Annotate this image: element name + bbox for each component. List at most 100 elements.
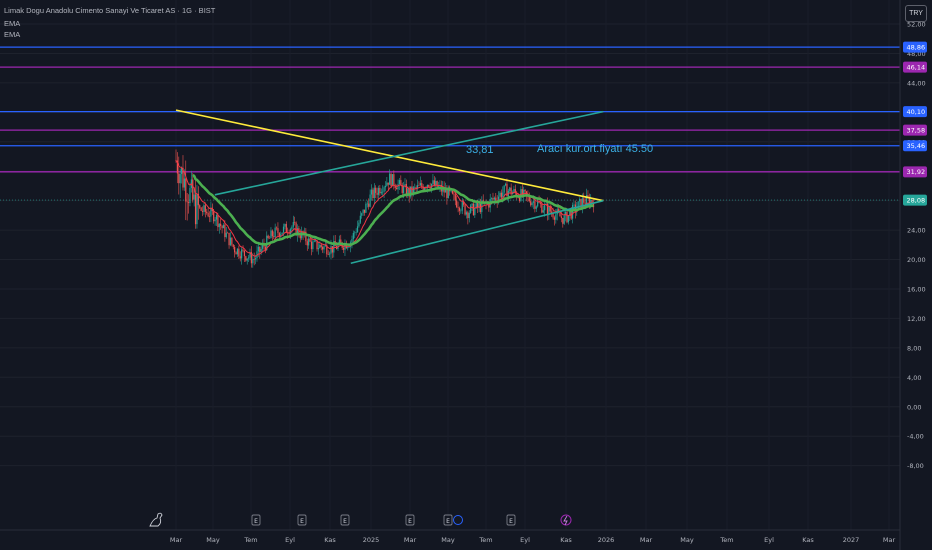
candle-body: [354, 232, 356, 234]
candle-body: [386, 182, 388, 186]
candle-body: [238, 248, 240, 257]
candle-body: [457, 207, 459, 208]
candle-body: [310, 241, 313, 250]
time-tick-label: Tem: [243, 536, 257, 544]
earnings-event-icon: E: [340, 514, 350, 526]
candle-body: [284, 224, 286, 227]
time-tick-label: Kas: [802, 536, 814, 544]
candle-body: [376, 192, 378, 195]
candle-body: [196, 193, 198, 225]
candle-body: [562, 217, 564, 224]
candle-body: [317, 248, 320, 250]
candle-body: [254, 258, 257, 260]
level-price-tag-label: 37,58: [907, 127, 926, 135]
candle-body: [544, 204, 546, 211]
candle-body: [472, 203, 475, 216]
earnings-event-icon-letter: E: [446, 518, 450, 525]
candle-body: [524, 189, 526, 192]
candle-body: [239, 256, 241, 259]
candle-body: [518, 197, 521, 201]
currency-button[interactable]: TRY: [905, 5, 927, 22]
candle-body: [229, 237, 232, 246]
price-tick-label: 0,00: [907, 403, 921, 411]
candle-body: [537, 201, 539, 207]
candle-body: [432, 180, 434, 184]
dividend-event-icon: [453, 515, 463, 525]
candle-body: [323, 246, 325, 250]
candle-body: [252, 259, 254, 264]
candle-body: [225, 232, 227, 238]
candle-body: [365, 203, 367, 213]
candle-body: [203, 205, 205, 212]
candle-body: [398, 180, 401, 185]
candle-body: [460, 210, 462, 212]
candle-body: [213, 211, 215, 222]
candle-body: [206, 211, 208, 213]
candle-body: [322, 247, 324, 250]
candle-body: [236, 248, 239, 255]
candle-body: [231, 237, 233, 245]
earnings-event-icon: E: [251, 514, 261, 526]
candle-body: [578, 198, 581, 202]
candle-body: [207, 212, 209, 217]
candle-body: [414, 187, 416, 188]
candle-body: [493, 197, 495, 200]
time-tick-label: Mar: [170, 536, 183, 544]
time-tick-label: 2026: [598, 536, 615, 544]
price-tick-label: 4,00: [907, 374, 921, 382]
candle-body: [327, 254, 329, 255]
candle-body: [555, 214, 557, 220]
level-price-tag-label: 40,10: [907, 108, 926, 116]
trendline-channel-lower: [350, 199, 604, 265]
time-tick-label: Mar: [640, 536, 653, 544]
price-tick-label: -4,00: [907, 433, 924, 441]
time-tick-label: May: [680, 536, 694, 544]
symbol-title[interactable]: Limak Dogu Anadolu Cimento Sanayi Ve Tic…: [4, 6, 215, 15]
candle-body: [372, 189, 374, 199]
candle-body: [532, 201, 535, 203]
time-tick-label: 2025: [363, 536, 380, 544]
candle-body: [222, 224, 225, 229]
indicator-ema-2[interactable]: EMA: [4, 30, 20, 39]
candle-body: [248, 257, 250, 259]
indicator-ema-1[interactable]: EMA: [4, 19, 20, 28]
candle-body: [468, 212, 470, 219]
candle-body: [503, 185, 505, 193]
candle-body: [193, 194, 195, 200]
candle-body: [400, 180, 402, 185]
candle-body: [534, 201, 536, 209]
candle-body: [271, 230, 273, 237]
time-tick-label: Kas: [560, 536, 572, 544]
candle-body: [246, 258, 248, 261]
candle-body: [362, 209, 364, 214]
candle-body: [389, 173, 391, 185]
candle-body: [224, 224, 226, 238]
candle-body: [260, 248, 262, 253]
price-tick-label: -8,00: [907, 462, 924, 470]
candle-body: [458, 207, 461, 211]
candle-body: [185, 178, 187, 202]
candle-body: [465, 212, 468, 215]
candle-body: [391, 174, 394, 187]
level-price-tag-label: 31,92: [907, 168, 926, 176]
candle-body: [419, 183, 421, 186]
candle-body: [363, 209, 366, 213]
candle-body: [396, 187, 398, 190]
candle-body: [470, 205, 472, 213]
annotation-price: 33,81: [466, 144, 494, 156]
candle-body: [199, 205, 201, 208]
candle-body: [340, 239, 342, 243]
candle-body: [471, 203, 473, 206]
earnings-event-icon: E: [506, 514, 516, 526]
candle-body: [275, 227, 278, 229]
candle-body: [273, 236, 275, 238]
candle-body: [281, 232, 283, 235]
candle-body: [194, 194, 197, 225]
price-chart[interactable]: 33,81Aracı kur.ort.fiyatı 45.5056,0052,0…: [0, 0, 932, 550]
candle-body: [384, 185, 387, 188]
candle-body: [584, 202, 586, 204]
candle-body: [567, 215, 569, 223]
ipo-dino-icon: [149, 512, 163, 527]
candle-body: [390, 173, 392, 187]
candle-body: [291, 226, 293, 230]
